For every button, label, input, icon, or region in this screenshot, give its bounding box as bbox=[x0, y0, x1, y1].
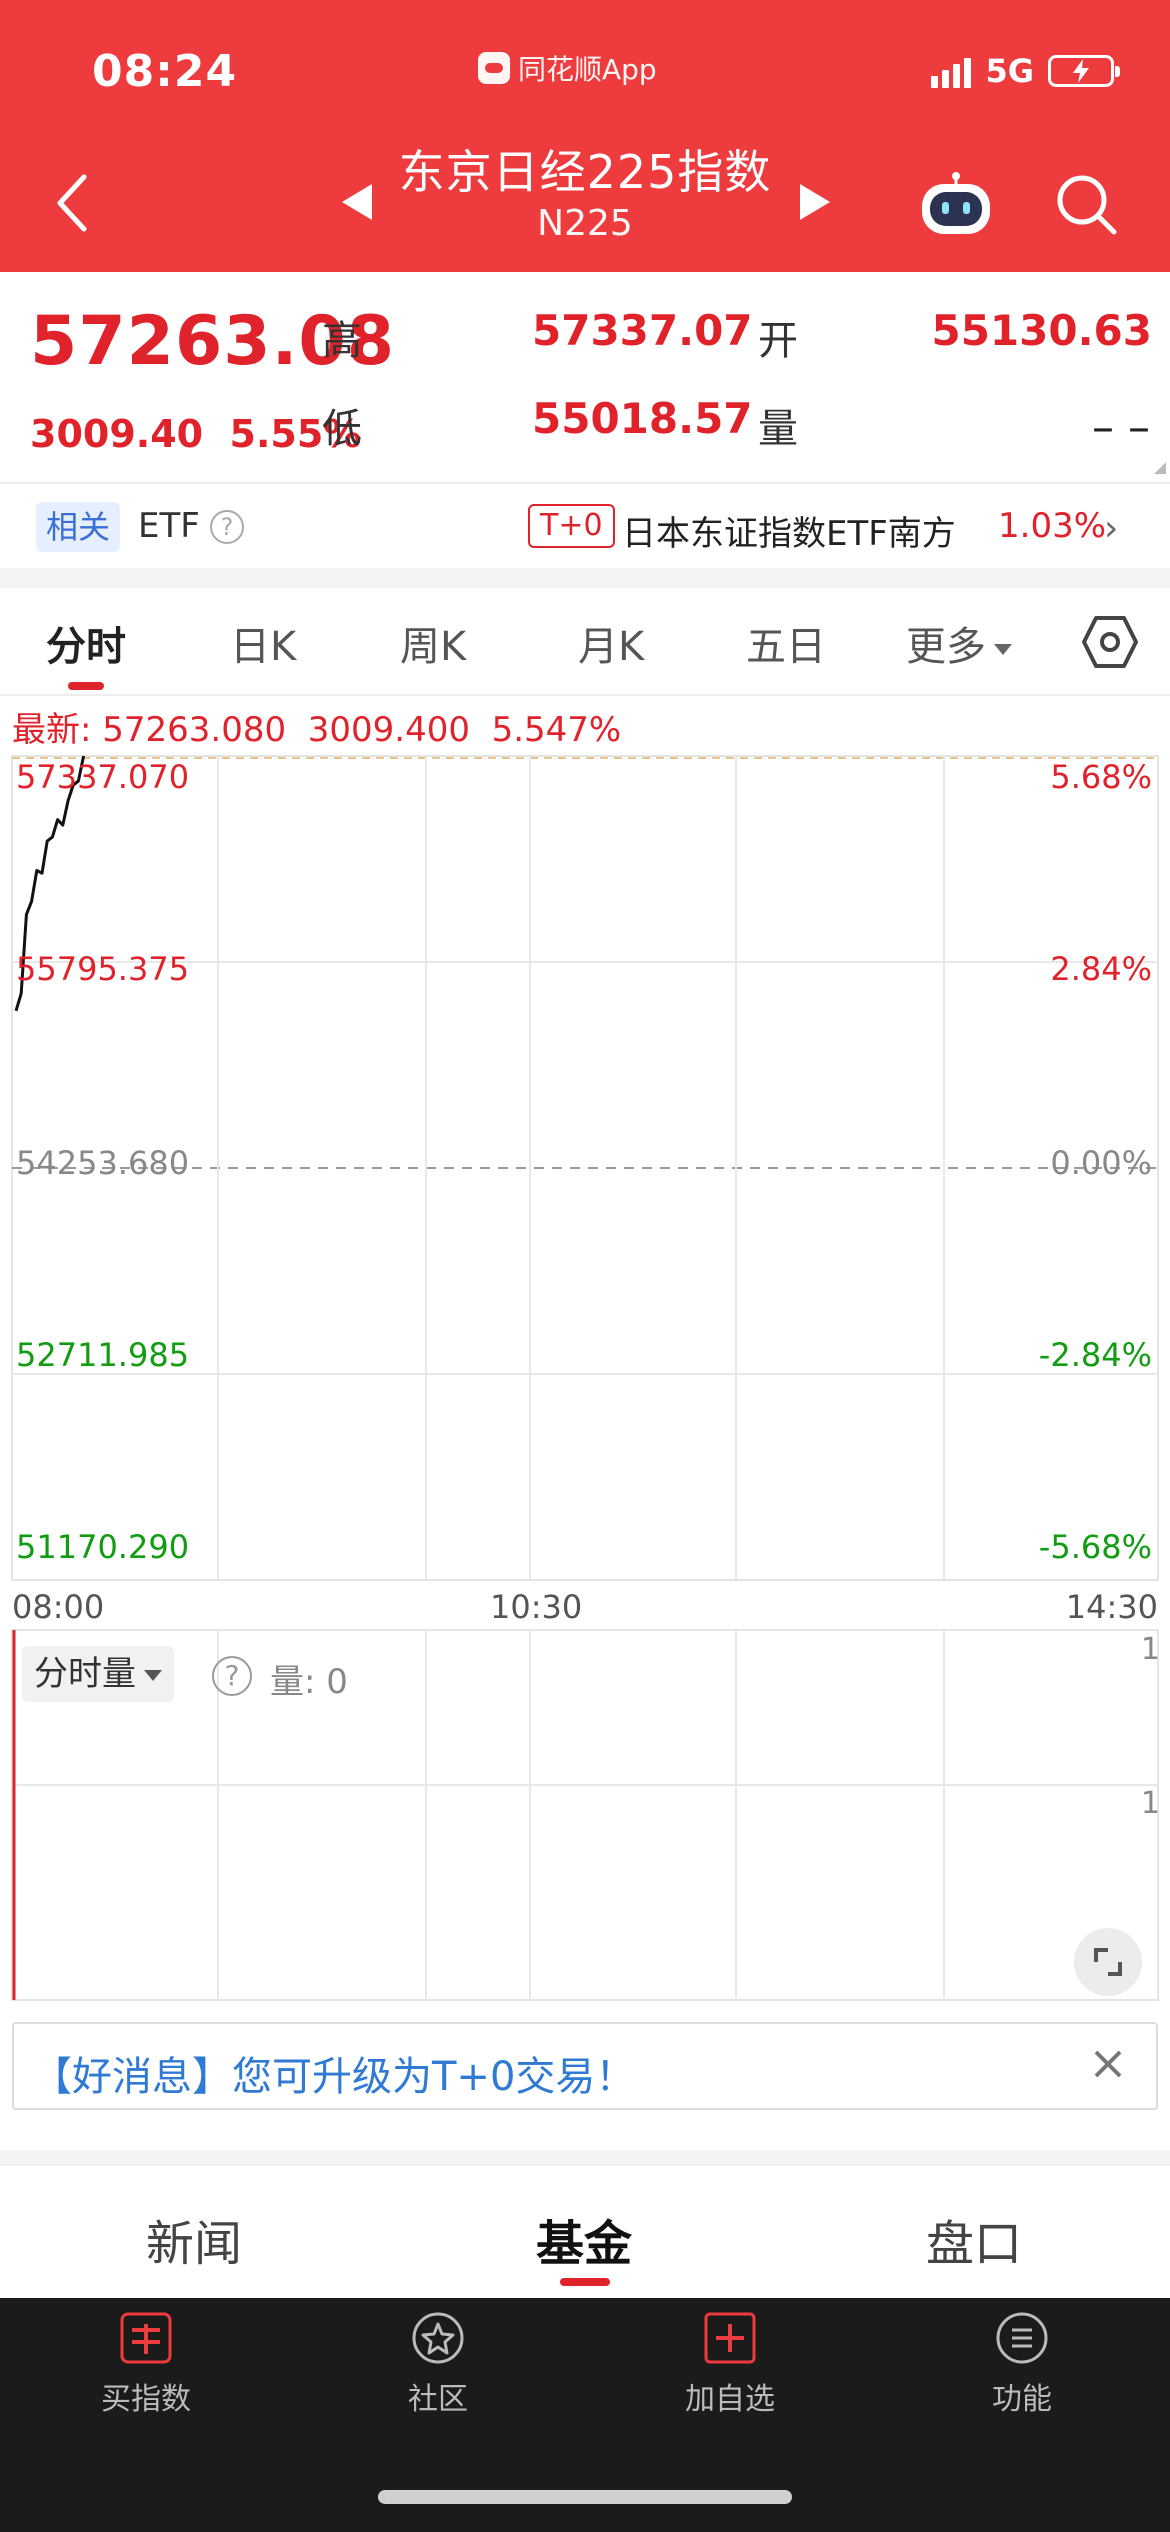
volume-y-label: 1 bbox=[1140, 1632, 1160, 1667]
latest-readout: 最新: 57263.080 3009.400 5.547% bbox=[12, 710, 622, 750]
signal-icon bbox=[931, 54, 972, 88]
volume-value: – – bbox=[1092, 402, 1150, 453]
add-icon bbox=[704, 2312, 756, 2364]
chart-canvas bbox=[11, 755, 1159, 2001]
related-tag: 相关 bbox=[36, 502, 121, 552]
status-indicators: 5G bbox=[931, 52, 1120, 90]
fullscreen-button[interactable] bbox=[1074, 1928, 1142, 1996]
help-icon[interactable]: ? bbox=[212, 1656, 252, 1696]
nav-buy-index[interactable]: 买指数 bbox=[66, 2310, 226, 2418]
battery-icon bbox=[1048, 55, 1120, 87]
network-type: 5G bbox=[985, 52, 1034, 90]
volume-y-label: 1 bbox=[1140, 1786, 1160, 1821]
open-label: 开 bbox=[758, 318, 798, 364]
tab-order-book[interactable]: 盘口 bbox=[926, 2204, 1022, 2274]
expand-corner-icon[interactable] bbox=[1154, 462, 1166, 474]
nav-add-label: 加自选 bbox=[685, 2382, 775, 2417]
tab-more[interactable]: 更多 bbox=[906, 614, 1012, 672]
price-change: 3009.40 5.55% bbox=[30, 412, 361, 456]
divider bbox=[0, 694, 1170, 696]
related-etf-row[interactable]: 相关 ETF ? T+0 日本东证指数ETF南方 1.03% › bbox=[0, 492, 1170, 564]
tab-monthly-k[interactable]: 月K bbox=[578, 614, 644, 672]
tab-fund[interactable]: 基金 bbox=[536, 2204, 632, 2274]
nav-functions[interactable]: 功能 bbox=[942, 2310, 1102, 2418]
quote-panel: 57263.08 3009.40 5.55% 高 57337.07 低 5501… bbox=[0, 272, 1170, 482]
y-left-label: 54253.680 bbox=[16, 1144, 190, 1182]
tab-active-indicator bbox=[560, 2278, 610, 2286]
y-left-label: 52711.985 bbox=[16, 1336, 190, 1374]
divider bbox=[0, 482, 1170, 484]
community-star-icon bbox=[412, 2312, 464, 2364]
y-left-label: 57337.070 bbox=[16, 758, 190, 796]
volume-label: 量 bbox=[758, 406, 798, 452]
next-index-arrow[interactable] bbox=[800, 184, 830, 220]
help-icon[interactable]: ? bbox=[210, 510, 244, 544]
high-label: 高 bbox=[322, 318, 362, 364]
buy-icon bbox=[120, 2312, 172, 2364]
tab-weekly-k[interactable]: 周K bbox=[400, 614, 466, 672]
x-axis-label: 08:00 bbox=[12, 1588, 105, 1626]
nav-community-label: 社区 bbox=[408, 2382, 468, 2417]
volume-select-label: 分时量 bbox=[34, 1654, 136, 1694]
index-code: N225 bbox=[537, 203, 633, 244]
y-left-label: 55795.375 bbox=[16, 950, 190, 988]
y-right-label: 5.68% bbox=[1050, 758, 1152, 796]
promo-banner[interactable]: 【好消息】您可升级为T+0交易！ bbox=[12, 2022, 1158, 2110]
section-gap bbox=[0, 568, 1170, 588]
app-name: 同花顺App bbox=[518, 53, 657, 86]
tab-more-label: 更多 bbox=[906, 624, 986, 670]
high-value: 57337.07 bbox=[532, 306, 753, 355]
app-logo-icon bbox=[478, 52, 510, 84]
search-icon[interactable] bbox=[1052, 170, 1120, 238]
section-gap bbox=[0, 2150, 1170, 2166]
volume-indicator-select[interactable]: 分时量 bbox=[22, 1646, 174, 1702]
robot-assistant-icon[interactable] bbox=[918, 172, 994, 238]
low-value: 55018.57 bbox=[532, 394, 753, 443]
header: 08:24 同花顺App 5G 东京日经225指数 N225 bbox=[0, 0, 1170, 272]
back-button[interactable] bbox=[44, 168, 100, 238]
volume-readout: 量: 0 bbox=[270, 1662, 348, 1702]
caret-down-icon bbox=[994, 643, 1012, 655]
etf-percent: 1.03% bbox=[998, 506, 1107, 546]
t0-tag: T+0 bbox=[528, 504, 615, 548]
volume-frame bbox=[11, 1629, 1159, 2001]
close-icon[interactable] bbox=[1088, 2044, 1128, 2084]
y-left-label: 51170.290 bbox=[16, 1528, 190, 1566]
promo-text[interactable]: 【好消息】您可升级为T+0交易！ bbox=[32, 2044, 635, 2102]
title-block: 东京日经225指数 N225 bbox=[330, 142, 840, 246]
low-label: 低 bbox=[322, 406, 362, 452]
nav-community[interactable]: 社区 bbox=[358, 2310, 518, 2418]
page-title: 东京日经225指数 bbox=[398, 145, 772, 199]
app-badge: 同花顺App bbox=[478, 48, 657, 88]
menu-icon bbox=[996, 2312, 1048, 2364]
y-right-label: 2.84% bbox=[1050, 950, 1152, 988]
home-indicator[interactable] bbox=[378, 2490, 792, 2504]
etf-label: ETF bbox=[138, 506, 200, 546]
nav-buy-label: 买指数 bbox=[101, 2382, 191, 2417]
caret-down-icon bbox=[144, 1670, 162, 1681]
x-axis-label: 14:30 bbox=[1065, 1588, 1158, 1626]
x-axis-label: 10:30 bbox=[490, 1588, 583, 1626]
open-value: 55130.63 bbox=[931, 306, 1152, 355]
chart-tabs: 分时 日K 周K 月K 五日 更多 bbox=[0, 588, 1170, 696]
y-right-label: -5.68% bbox=[1038, 1528, 1152, 1566]
tab-five-day[interactable]: 五日 bbox=[746, 614, 826, 672]
etf-name[interactable]: 日本东证指数ETF南方 bbox=[622, 506, 956, 555]
tab-active-indicator bbox=[68, 682, 104, 690]
chevron-left-icon bbox=[57, 174, 87, 232]
status-time: 08:24 bbox=[92, 46, 238, 97]
tab-intraday[interactable]: 分时 bbox=[46, 614, 126, 672]
expand-icon bbox=[1094, 1948, 1122, 1976]
content-tabs: 新闻 基金 盘口 bbox=[0, 2166, 1170, 2298]
y-right-label: -2.84% bbox=[1038, 1336, 1152, 1374]
nav-add-watchlist[interactable]: 加自选 bbox=[650, 2310, 810, 2418]
nav-functions-label: 功能 bbox=[992, 2382, 1052, 2417]
tab-daily-k[interactable]: 日K bbox=[230, 614, 296, 672]
change-value: 3009.40 bbox=[30, 412, 204, 456]
settings-hexagon-icon[interactable] bbox=[1082, 614, 1138, 670]
y-right-label: 0.00% bbox=[1050, 1144, 1152, 1182]
intraday-chart[interactable]: 57337.070 55795.375 54253.680 52711.985 … bbox=[0, 750, 1170, 2020]
chevron-right-icon[interactable]: › bbox=[1104, 508, 1118, 549]
tab-news[interactable]: 新闻 bbox=[146, 2204, 242, 2274]
